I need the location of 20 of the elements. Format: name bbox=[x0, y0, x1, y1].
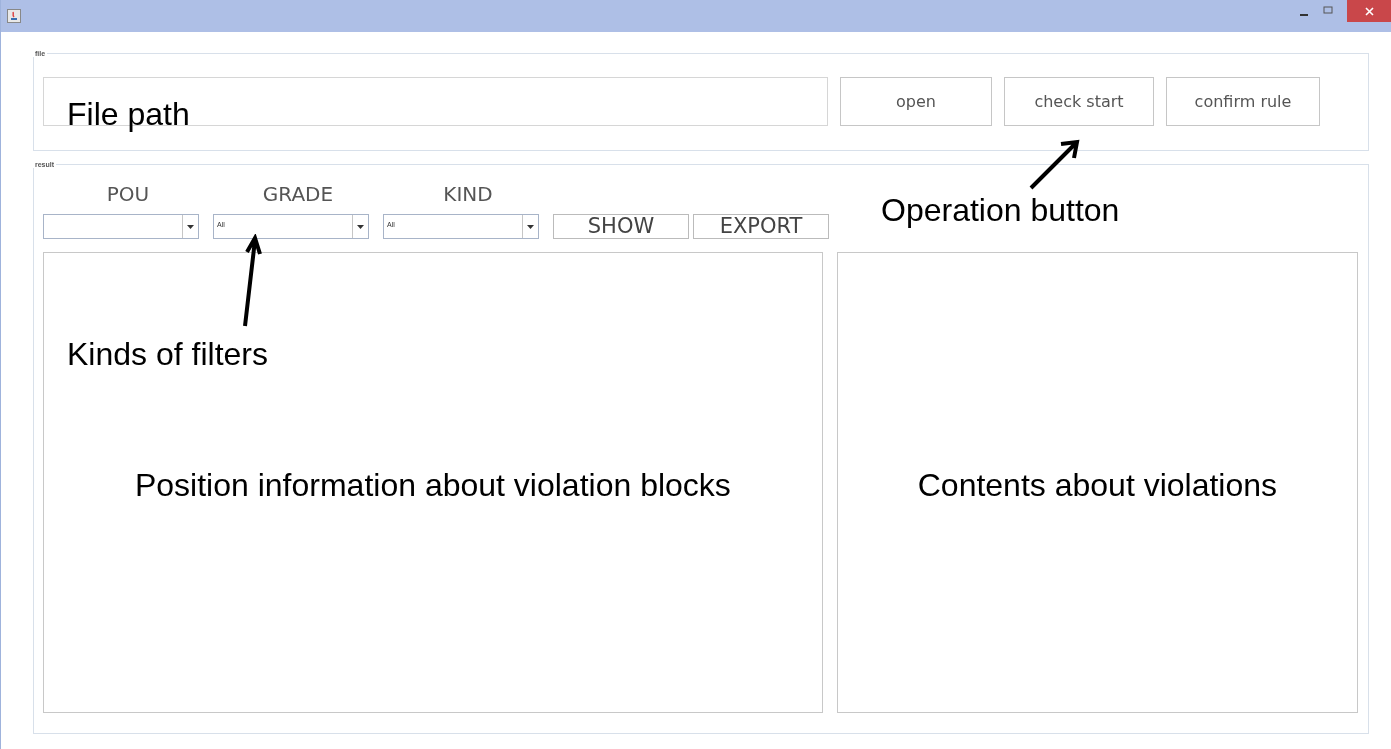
annotation-text: Operation button bbox=[881, 192, 1120, 229]
panel-caption: Position information about violation blocks bbox=[134, 467, 731, 504]
filter-label: POU bbox=[105, 182, 151, 206]
annotation-text: File path bbox=[67, 96, 190, 133]
filter-action-button[interactable]: SHOW bbox=[553, 214, 689, 239]
filter-label: KIND bbox=[442, 182, 494, 206]
filter-action-button[interactable]: EXPORT bbox=[693, 214, 829, 239]
app-icon bbox=[7, 9, 21, 23]
action-button[interactable]: confirm rule bbox=[1166, 77, 1320, 126]
annotation-text: Kinds of filters bbox=[67, 336, 268, 373]
close-button[interactable] bbox=[1347, 0, 1391, 22]
dropdown-arrow-icon bbox=[187, 224, 194, 229]
dropdown-arrow-icon bbox=[357, 224, 364, 229]
close-icon bbox=[1364, 6, 1374, 16]
action-button[interactable]: open bbox=[840, 77, 992, 126]
action-button[interactable]: check start bbox=[1004, 77, 1154, 126]
filter-label: GRADE bbox=[261, 182, 335, 206]
filter-dropdown[interactable] bbox=[43, 214, 199, 239]
panel-caption: Contents about violations bbox=[917, 467, 1278, 504]
dropdown-arrow-icon bbox=[527, 224, 534, 229]
